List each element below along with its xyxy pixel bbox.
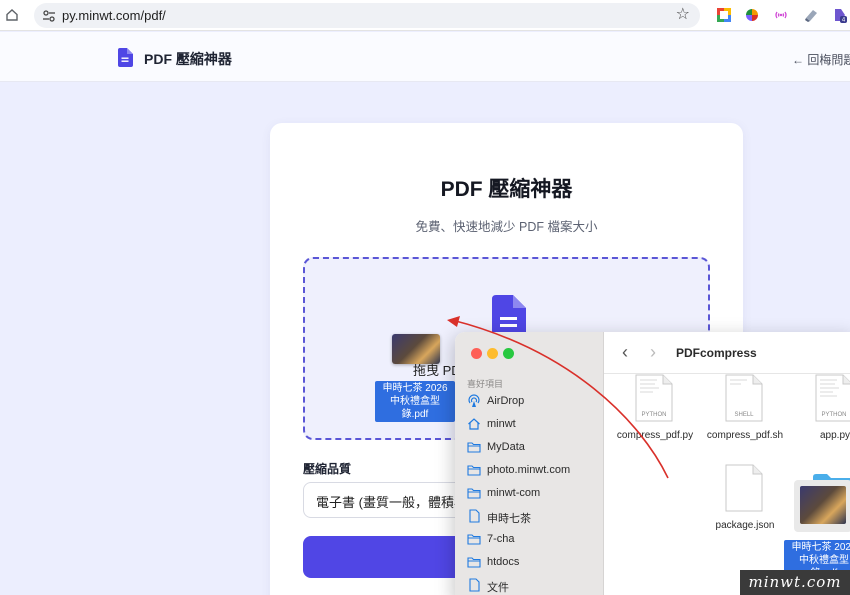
file-kind-label: SHELL (734, 412, 754, 418)
sidebar-item-documents[interactable]: 文件 (467, 577, 602, 595)
eraser-extension-icon[interactable] (803, 7, 819, 23)
pdf-file-logo-icon (118, 48, 133, 67)
file-item[interactable]: package.json (700, 462, 790, 542)
sidebar-item-minwt-com[interactable]: minwt-com (467, 485, 602, 503)
document-icon (469, 578, 480, 592)
sidebar-item-airdrop[interactable]: AirDrop (467, 393, 602, 411)
finder-content: ‹ › PDFcompress PYTHON compress_pdf.py S… (604, 332, 850, 595)
sidebar-heading: 喜好項目 (467, 379, 504, 389)
sidebar-item-htdocs[interactable]: htdocs (467, 554, 602, 572)
sidebar-item-label: minwt (487, 418, 516, 430)
document-icon (469, 509, 480, 523)
file-name: app.py (819, 430, 850, 441)
close-window-button[interactable] (471, 348, 482, 359)
browser-toolbar: py.minwt.com/pdf/ ☆ 4 (0, 0, 850, 31)
quality-selected-value: 電子書 (畫質一般，體積小 (316, 495, 467, 510)
home-icon (468, 418, 480, 430)
page-subtitle: 免費、快速地減少 PDF 檔案大小 (415, 220, 598, 234)
folder-icon (467, 488, 481, 499)
folder-title: PDFcompress (676, 346, 757, 360)
sidebar-item-photo-minwt[interactable]: photo.minwt.com (467, 462, 602, 480)
sidebar-item-label: htdocs (487, 556, 520, 568)
file-kind-label: PYTHON (821, 412, 846, 418)
file-name: compress_pdf.sh (706, 430, 784, 441)
file-item[interactable]: SHELL compress_pdf.sh (700, 372, 790, 452)
airdrop-icon (468, 394, 480, 407)
sidebar-item-shenshi[interactable]: 申時七茶 (467, 508, 602, 526)
site-settings-icon[interactable] (42, 9, 56, 23)
folder-icon (467, 465, 481, 476)
sidebar-item-label: minwt-com (487, 487, 541, 499)
site-header: PDF 壓縮神器 ← 回梅問題 (0, 32, 850, 82)
page-title: PDF 壓縮神器 (440, 178, 573, 201)
audio-extension-icon[interactable] (773, 7, 789, 23)
sidebar-item-7-cha[interactable]: 7-cha (467, 531, 602, 549)
dragged-file-source[interactable] (794, 480, 850, 532)
folder-icon (467, 557, 481, 568)
finder-sidebar: 喜好項目 AirDrop minwt MyData photo.minwt.co… (455, 332, 604, 595)
sidebar-item-mydata[interactable]: MyData (467, 439, 602, 457)
finder-window: 喜好項目 AirDrop minwt MyData photo.minwt.co… (455, 332, 850, 595)
address-bar[interactable]: py.minwt.com/pdf/ ☆ (34, 3, 700, 28)
file-item[interactable]: PYTHON app.py (790, 372, 850, 452)
pdf-thumbnail (800, 486, 846, 524)
dragged-file-thumbnail[interactable] (392, 334, 440, 364)
bookmark-star-icon[interactable]: ☆ (676, 7, 690, 23)
sidebar-item-label: MyData (487, 441, 525, 453)
color-extension-icon[interactable] (744, 7, 760, 23)
sidebar-item-label: 7-cha (487, 533, 515, 545)
json-file-icon (725, 464, 763, 512)
python-file-icon: PYTHON (815, 374, 850, 422)
site-title[interactable]: PDF 壓縮神器 (144, 49, 232, 69)
zoom-window-button[interactable] (503, 348, 514, 359)
google-keep-extension-icon[interactable] (716, 7, 732, 23)
python-file-icon: PYTHON (635, 374, 673, 422)
sidebar-item-label: photo.minwt.com (487, 464, 571, 476)
shell-file-icon: SHELL (725, 374, 763, 422)
sidebar-item-label: 文件 (487, 582, 509, 594)
quality-label: 壓縮品質 (303, 462, 352, 476)
file-item[interactable]: PYTHON compress_pdf.py (610, 372, 700, 452)
watermark: minwt.com (740, 570, 850, 595)
home-icon[interactable] (5, 8, 19, 22)
url-text[interactable]: py.minwt.com/pdf/ (62, 8, 166, 23)
back-link[interactable]: ← 回梅問題 (792, 51, 850, 68)
finder-toolbar: ‹ › PDFcompress (604, 332, 850, 374)
file-kind-label: PYTHON (641, 412, 666, 418)
dragged-file-label: 申時七茶 2026 中秋禮盒型錄.pdf (375, 381, 455, 422)
folder-icon (467, 442, 481, 453)
sidebar-item-label: 申時七茶 (487, 513, 531, 525)
sidebar-item-label: AirDrop (487, 395, 525, 407)
file-name: package.json (715, 520, 775, 531)
folder-icon (467, 534, 481, 545)
puzzle-extension-icon[interactable]: 4 (831, 7, 847, 23)
minimize-window-button[interactable] (487, 348, 498, 359)
nav-back-icon[interactable]: ‹ (622, 342, 628, 363)
nav-forward-icon[interactable]: › (650, 342, 656, 363)
sidebar-item-minwt[interactable]: minwt (467, 416, 602, 434)
file-name: compress_pdf.py (616, 430, 694, 441)
